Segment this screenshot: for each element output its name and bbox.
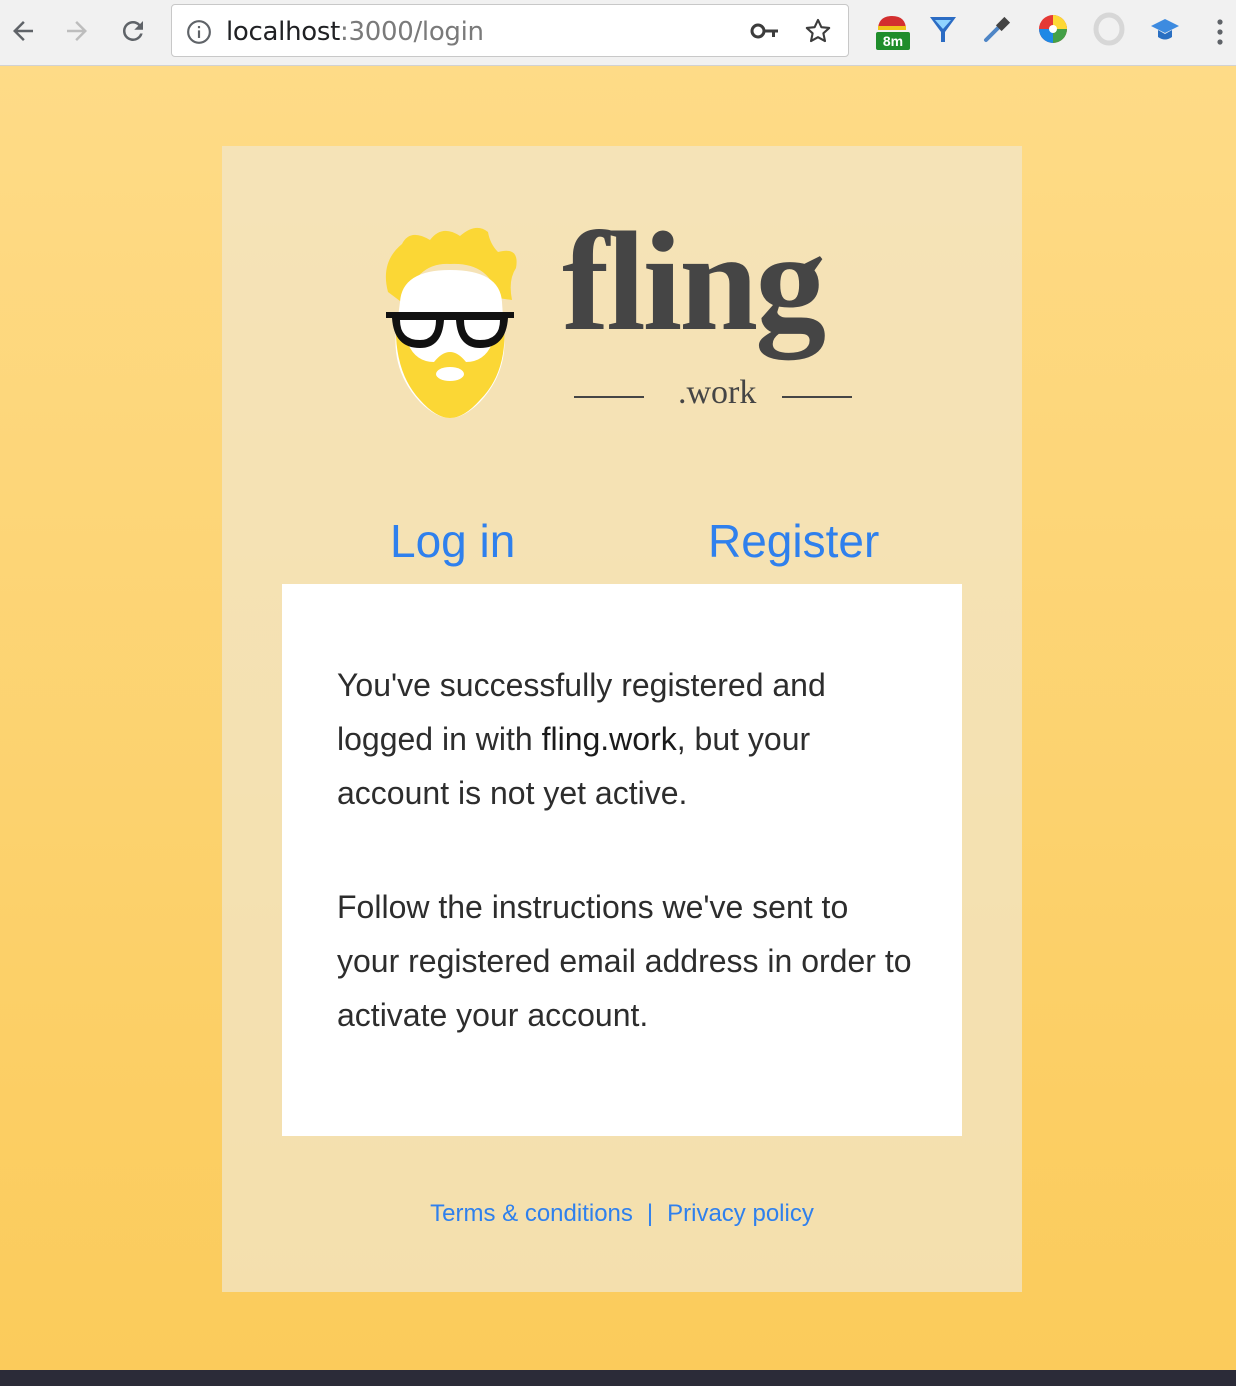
footer-separator: | [646, 1200, 654, 1227]
graduation-extension-icon[interactable] [1148, 12, 1188, 52]
privacy-link[interactable]: Privacy policy [667, 1200, 814, 1227]
url-host: localhost [226, 17, 341, 47]
opera-extension-icon[interactable] [1092, 12, 1132, 52]
browser-toolbar: localhost:3000/login 8m [0, 0, 1236, 66]
arrow-left-icon [13, 21, 33, 41]
graduation-cap-icon [1151, 19, 1179, 40]
login-card: fling .work Log in Register You've succe… [222, 146, 1022, 1292]
reload-button[interactable] [114, 12, 152, 50]
url-path: :3000/login [340, 17, 484, 47]
funnel-icon [930, 17, 956, 42]
brand-domain-suffix: .work [678, 374, 757, 411]
brand-wordmark: fling [562, 202, 826, 360]
footer-links: Terms & conditions | Privacy policy [222, 1200, 1022, 1228]
os-taskbar-strip [0, 1370, 1236, 1386]
mascot-logo [385, 227, 517, 418]
back-button[interactable] [4, 12, 42, 50]
forward-button[interactable] [58, 12, 96, 50]
timer-extension-icon[interactable]: 8m [872, 12, 912, 52]
message-panel: You've successfully registered and logge… [282, 584, 962, 1136]
tab-login[interactable]: Log in [390, 518, 515, 564]
color-wheel-extension-icon[interactable] [1036, 12, 1076, 52]
instructions-message: Follow the instructions we've sent to yo… [337, 889, 912, 1033]
terms-link[interactable]: Terms & conditions [430, 1200, 633, 1227]
eyedropper-icon [984, 16, 1011, 42]
tomato-icon [878, 16, 906, 30]
color-wheel-icon [1039, 15, 1067, 43]
wordmark-rule-left [574, 396, 644, 398]
page-background: fling .work Log in Register You've succe… [0, 66, 1236, 1370]
ring-icon [1093, 12, 1125, 46]
key-icon[interactable] [750, 19, 780, 43]
address-bar[interactable]: localhost:3000/login [171, 4, 849, 57]
reload-icon [122, 20, 143, 41]
menu-dots-icon[interactable] [1210, 14, 1230, 50]
info-icon[interactable] [186, 19, 212, 45]
brand-name: fling.work [541, 721, 677, 757]
shield-extension-icon[interactable] [926, 12, 966, 52]
url-text[interactable]: localhost:3000/login [226, 17, 484, 47]
activation-message: You've successfully registered and logge… [337, 658, 917, 820]
timer-badge: 8m [876, 32, 910, 50]
arrow-right-icon [67, 21, 87, 41]
wordmark-rule-right [782, 396, 852, 398]
bookmark-star-icon[interactable] [804, 17, 832, 45]
tab-register[interactable]: Register [708, 518, 879, 564]
eyedropper-extension-icon[interactable] [980, 12, 1020, 52]
